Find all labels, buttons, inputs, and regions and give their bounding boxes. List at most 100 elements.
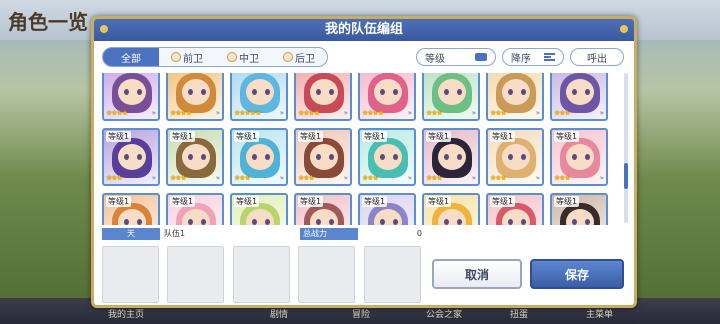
character-card[interactable]: 等级1» (486, 193, 544, 225)
rank-chevron-icon: » (151, 109, 156, 117)
descending-icon (544, 53, 555, 61)
character-card[interactable]: 等级1 ★★★ » (550, 128, 608, 186)
back-position-icon (283, 52, 293, 62)
character-eye (316, 219, 321, 225)
filter-back-tab[interactable]: 后卫 (271, 48, 327, 66)
character-card[interactable]: 等级1» (422, 193, 480, 225)
rank-chevron-icon: » (151, 174, 156, 182)
character-card[interactable]: ★★★★★ » (230, 73, 288, 121)
sort-level-label: 等级 (425, 53, 445, 65)
scrollbar[interactable] (624, 73, 628, 223)
character-level: 等级1 (490, 131, 516, 142)
character-level: 等级1 (554, 196, 580, 207)
character-card[interactable]: 等级1» (358, 193, 416, 225)
star-rating: ★★★★ (298, 109, 320, 117)
cancel-button[interactable]: 取消 (432, 259, 522, 289)
rank-chevron-icon: » (471, 174, 476, 182)
team-edit-dialog: 我的队伍编组 全部 前卫 中卫 后卫 等级 降序 呼出 ★★★★» ★★★★» ★★… (91, 16, 637, 308)
character-eye (457, 219, 462, 225)
character-level: 等级1 (234, 196, 260, 207)
filter-front-tab[interactable]: 前卫 (159, 48, 215, 66)
filter-all-tab[interactable]: 全部 (103, 48, 159, 66)
character-eye (124, 219, 129, 225)
rank-chevron-icon: » (407, 174, 412, 182)
character-card[interactable]: ★★★★ » (102, 73, 160, 121)
character-eye (252, 154, 257, 160)
character-card[interactable]: ★★★★ » (166, 73, 224, 121)
character-eye (572, 89, 577, 95)
character-card[interactable]: 等级1 ★★★ » (102, 128, 160, 186)
nav-tab-story[interactable]: 剧情 (270, 307, 288, 320)
team-slot-4[interactable] (298, 246, 355, 303)
filter-middle-label: 中卫 (239, 53, 259, 65)
filter-middle-tab[interactable]: 中卫 (215, 48, 271, 66)
team-slot-3[interactable] (233, 246, 290, 303)
character-eye (380, 89, 385, 95)
character-level: 等级1 (106, 196, 132, 207)
nav-tab-menu[interactable]: 主菜单 (586, 307, 613, 320)
character-card[interactable]: 等级1 ★★★ » (486, 128, 544, 186)
character-eye (137, 154, 142, 160)
nav-tab-guild[interactable]: 公会之家 (426, 307, 462, 320)
character-eye (585, 89, 590, 95)
character-card[interactable]: 等级1» (294, 193, 352, 225)
save-button[interactable]: 保存 (530, 259, 624, 289)
call-button[interactable]: 呼出 (570, 48, 624, 66)
team-slot-2[interactable] (167, 246, 224, 303)
character-eye (252, 219, 257, 225)
character-card[interactable]: ★★★ » (486, 73, 544, 121)
sort-toggle-icon (475, 53, 487, 61)
character-level: 等级1 (362, 131, 388, 142)
nav-tab-gacha[interactable]: 扭蛋 (510, 307, 528, 320)
character-card[interactable]: 等级1 ★★★ » (230, 128, 288, 186)
rank-chevron-icon: » (279, 109, 284, 117)
character-level: 等级1 (554, 131, 580, 142)
character-card[interactable]: ★★★ » (550, 73, 608, 121)
character-card[interactable]: 等级1 ★★★ » (422, 128, 480, 186)
background-title: 角色一览 (8, 10, 88, 34)
star-rating: ★★★ (490, 109, 507, 117)
rank-chevron-icon: » (343, 174, 348, 182)
character-eye (572, 219, 577, 225)
character-card[interactable]: 等级1» (102, 193, 160, 225)
character-eye (393, 154, 398, 160)
front-position-icon (171, 52, 181, 62)
character-eye (444, 219, 449, 225)
character-card[interactable]: 等级1 ★★★ » (166, 128, 224, 186)
team-slot-1[interactable] (102, 246, 159, 303)
character-eye (201, 219, 206, 225)
sort-level-button[interactable]: 等级 (416, 48, 496, 66)
character-card[interactable]: 等级1» (166, 193, 224, 225)
nav-tab-home[interactable]: 我的主页 (108, 307, 144, 320)
call-label: 呼出 (587, 53, 607, 65)
rank-chevron-icon: » (599, 109, 604, 117)
rank-chevron-icon: » (279, 174, 284, 182)
character-eye (508, 219, 513, 225)
team-slot-5[interactable] (364, 246, 421, 303)
star-rating: ★★★★ (106, 109, 128, 117)
character-level: 等级1 (298, 196, 324, 207)
character-card[interactable]: ★★★ » (422, 73, 480, 121)
character-card[interactable]: ★★★★ » (358, 73, 416, 121)
sort-order-button[interactable]: 降序 (502, 48, 564, 66)
character-card[interactable]: ★★★★ » (294, 73, 352, 121)
character-eye (137, 219, 142, 225)
character-card[interactable]: 等级1 ★★★ » (294, 128, 352, 186)
scrollbar-thumb[interactable] (624, 163, 628, 189)
character-eye (572, 154, 577, 160)
character-eye (124, 154, 129, 160)
star-rating: ★★★ (554, 109, 571, 117)
team-name: 队伍1 (164, 229, 186, 238)
character-eye (329, 89, 334, 95)
character-eye (585, 219, 590, 225)
star-rating: ★★★ (490, 174, 507, 182)
character-card[interactable]: 等级1» (550, 193, 608, 225)
character-eye (380, 219, 385, 225)
character-card[interactable]: 等级1» (230, 193, 288, 225)
star-rating: ★★★ (554, 174, 571, 182)
character-grid[interactable]: ★★★★» ★★★★» ★★★★★» ★★★★» ★★★★» ★★★» ★★★» ★★★» 等级… (102, 73, 622, 225)
character-eye (188, 89, 193, 95)
nav-tab-adventure[interactable]: 冒险 (352, 307, 370, 320)
character-eye (380, 154, 385, 160)
character-card[interactable]: 等级1 ★★★ » (358, 128, 416, 186)
